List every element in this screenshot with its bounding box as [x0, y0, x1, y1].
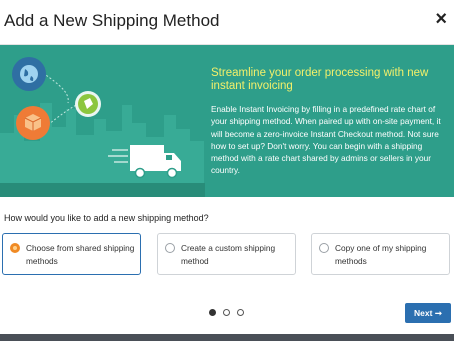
dialog-title: Add a New Shipping Method [4, 11, 220, 30]
method-question: How would you like to add a new shipping… [4, 213, 209, 223]
page-dot-2[interactable] [223, 309, 230, 316]
radio-button[interactable] [165, 243, 175, 253]
add-shipping-method-dialog: Add a New Shipping Method × Streamline y… [0, 0, 454, 334]
option-copy-mine[interactable]: Copy one of my shipping methods [311, 233, 450, 275]
package-icon [16, 106, 50, 140]
tag-icon [75, 91, 101, 117]
page-dot-3[interactable] [237, 309, 244, 316]
option-choose-shared[interactable]: Choose from shared shipping methods [2, 233, 141, 275]
option-label: Copy one of my shipping methods [335, 243, 427, 266]
banner-text: Streamline your order processing with ne… [211, 67, 446, 177]
dialog-header: Add a New Shipping Method × [0, 0, 454, 45]
option-label: Choose from shared shipping methods [26, 243, 135, 266]
banner-headline: Streamline your order processing with ne… [211, 67, 429, 92]
option-create-custom[interactable]: Create a custom shipping method [157, 233, 296, 275]
next-button[interactable]: Next ➞ [405, 303, 451, 323]
banner-description: Enable Instant Invoicing by filling in a… [211, 104, 441, 176]
close-icon[interactable]: × [435, 9, 447, 29]
globe-icon [12, 57, 46, 91]
instant-invoicing-banner: Streamline your order processing with ne… [0, 45, 454, 197]
page-dot-1[interactable] [209, 309, 216, 316]
radio-button[interactable] [319, 243, 329, 253]
radio-button[interactable] [10, 243, 20, 253]
option-label: Create a custom shipping method [181, 243, 276, 266]
background-page [0, 334, 454, 341]
